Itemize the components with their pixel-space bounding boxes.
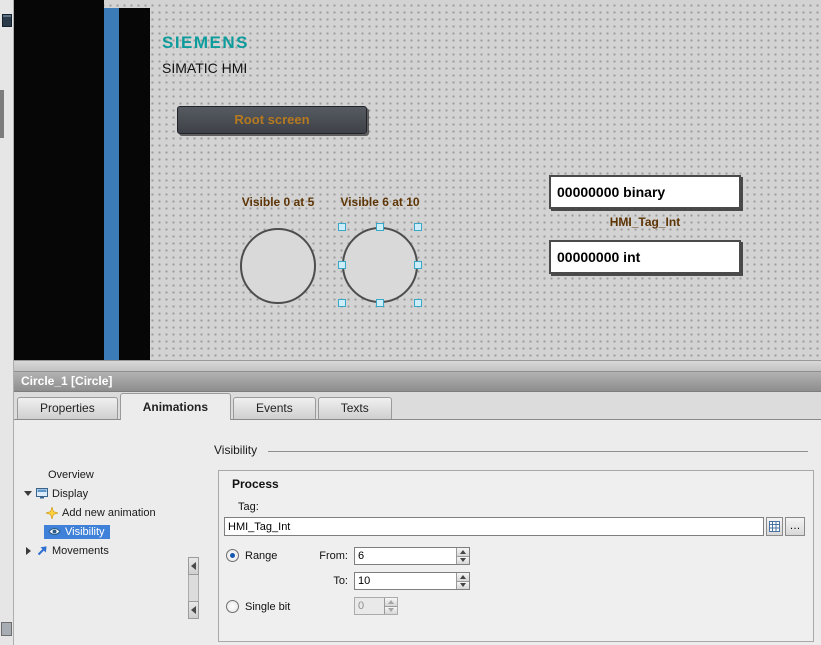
range-label: Range	[245, 550, 277, 562]
inspector-title-bar: Circle_1 [Circle]	[14, 372, 821, 392]
spin-up-icon	[385, 598, 397, 606]
spin-down-icon[interactable]	[457, 556, 469, 565]
single-bit-field	[354, 597, 398, 615]
animation-tree: Overview Display Add new animation	[14, 420, 188, 645]
screen-black-area-2	[119, 8, 150, 360]
tag-input[interactable]	[225, 518, 763, 535]
selection-handle-sw[interactable]	[338, 299, 346, 307]
tag-list-button[interactable]	[766, 517, 783, 536]
spin-up-icon[interactable]	[457, 548, 469, 556]
tag-caption: HMI_Tag_Int	[549, 215, 741, 229]
root-screen-button[interactable]: Root screen	[177, 106, 367, 134]
display-icon	[36, 488, 48, 499]
to-spinner	[456, 573, 469, 589]
inspector-panel: Circle_1 [Circle] Properties Animations …	[14, 360, 821, 645]
tree-item-add-new-animation[interactable]: Add new animation	[14, 503, 188, 522]
left-rail	[0, 0, 14, 645]
selection-handle-se[interactable]	[414, 299, 422, 307]
process-group-title: Process	[232, 477, 279, 491]
tree-item-visibility[interactable]: Visibility	[14, 522, 188, 541]
collapse-left-icon[interactable]	[188, 557, 199, 575]
from-input[interactable]	[355, 548, 456, 564]
selection-handle-n[interactable]	[376, 223, 384, 231]
selected-tree-item: Visibility	[44, 525, 110, 539]
screen-canvas[interactable]: SIEMENS SIMATIC HMI Root screen Visible …	[14, 0, 821, 360]
expanded-arrow-icon[interactable]	[22, 491, 34, 496]
to-input[interactable]	[355, 573, 456, 589]
selection-handle-w[interactable]	[338, 261, 346, 269]
tab-animations[interactable]: Animations	[120, 393, 231, 420]
horizontal-splitter[interactable]	[14, 360, 821, 372]
range-radio[interactable]	[226, 549, 239, 562]
tree-item-movements[interactable]: Movements	[14, 541, 188, 560]
from-field[interactable]	[354, 547, 470, 565]
from-spinner	[456, 548, 469, 564]
selection-handle-s[interactable]	[376, 299, 384, 307]
spin-down-icon	[385, 606, 397, 615]
collapsed-arrow-icon[interactable]	[22, 547, 34, 555]
screen-black-area	[14, 0, 104, 360]
tia-portal-window: SIEMENS SIMATIC HMI Root screen Visible …	[0, 0, 821, 645]
tree-item-display[interactable]: Display	[14, 484, 188, 503]
spin-up-icon[interactable]	[457, 573, 469, 581]
tab-texts[interactable]: Texts	[318, 397, 392, 419]
circle2-label: Visible 6 at 10	[320, 195, 440, 209]
movements-icon	[36, 545, 48, 557]
add-animation-icon	[46, 507, 58, 519]
inspector-content: Overview Display Add new animation	[14, 420, 821, 645]
rail-scroll-indicator	[0, 90, 4, 138]
to-field[interactable]	[354, 572, 470, 590]
screen-blue-stripe	[104, 8, 119, 360]
circle-1[interactable]	[240, 228, 316, 304]
from-label: From:	[286, 550, 348, 562]
simatic-hmi-label: SIMATIC HMI	[162, 60, 247, 76]
io-field-binary[interactable]: 00000000 binary	[549, 175, 741, 209]
collapse-left-icon-2[interactable]	[188, 601, 199, 619]
eye-icon	[48, 527, 61, 536]
radio-dot-icon	[230, 553, 235, 558]
io-field-int[interactable]: 00000000 int	[549, 240, 741, 274]
single-bit-label: Single bit	[245, 601, 290, 613]
tab-properties[interactable]: Properties	[17, 397, 118, 419]
siemens-logo: SIEMENS	[162, 33, 249, 53]
tag-table-icon	[769, 521, 780, 532]
tree-splitter[interactable]	[188, 420, 200, 645]
inspector-title: Circle_1 [Circle]	[21, 374, 112, 388]
selection-handle-e[interactable]	[414, 261, 422, 269]
tag-field[interactable]	[224, 517, 764, 536]
section-title: Visibility	[214, 443, 257, 457]
circle-2-selected[interactable]	[342, 227, 418, 303]
section-rule	[268, 451, 808, 452]
inspector-tab-bar: Properties Animations Events Texts	[14, 392, 821, 420]
panel-icon[interactable]	[1, 622, 12, 636]
window-icon[interactable]	[2, 14, 12, 27]
tab-events[interactable]: Events	[233, 397, 316, 419]
tag-label: Tag:	[238, 501, 259, 513]
spin-down-icon[interactable]	[457, 581, 469, 590]
tag-browse-button[interactable]: …	[785, 517, 805, 536]
single-bit-radio[interactable]	[226, 600, 239, 613]
selection-handle-nw[interactable]	[338, 223, 346, 231]
to-label: To:	[286, 575, 348, 587]
single-bit-spinner	[384, 598, 397, 614]
tree-item-overview[interactable]: Overview	[14, 465, 188, 484]
single-bit-input	[355, 598, 384, 614]
selection-handle-ne[interactable]	[414, 223, 422, 231]
